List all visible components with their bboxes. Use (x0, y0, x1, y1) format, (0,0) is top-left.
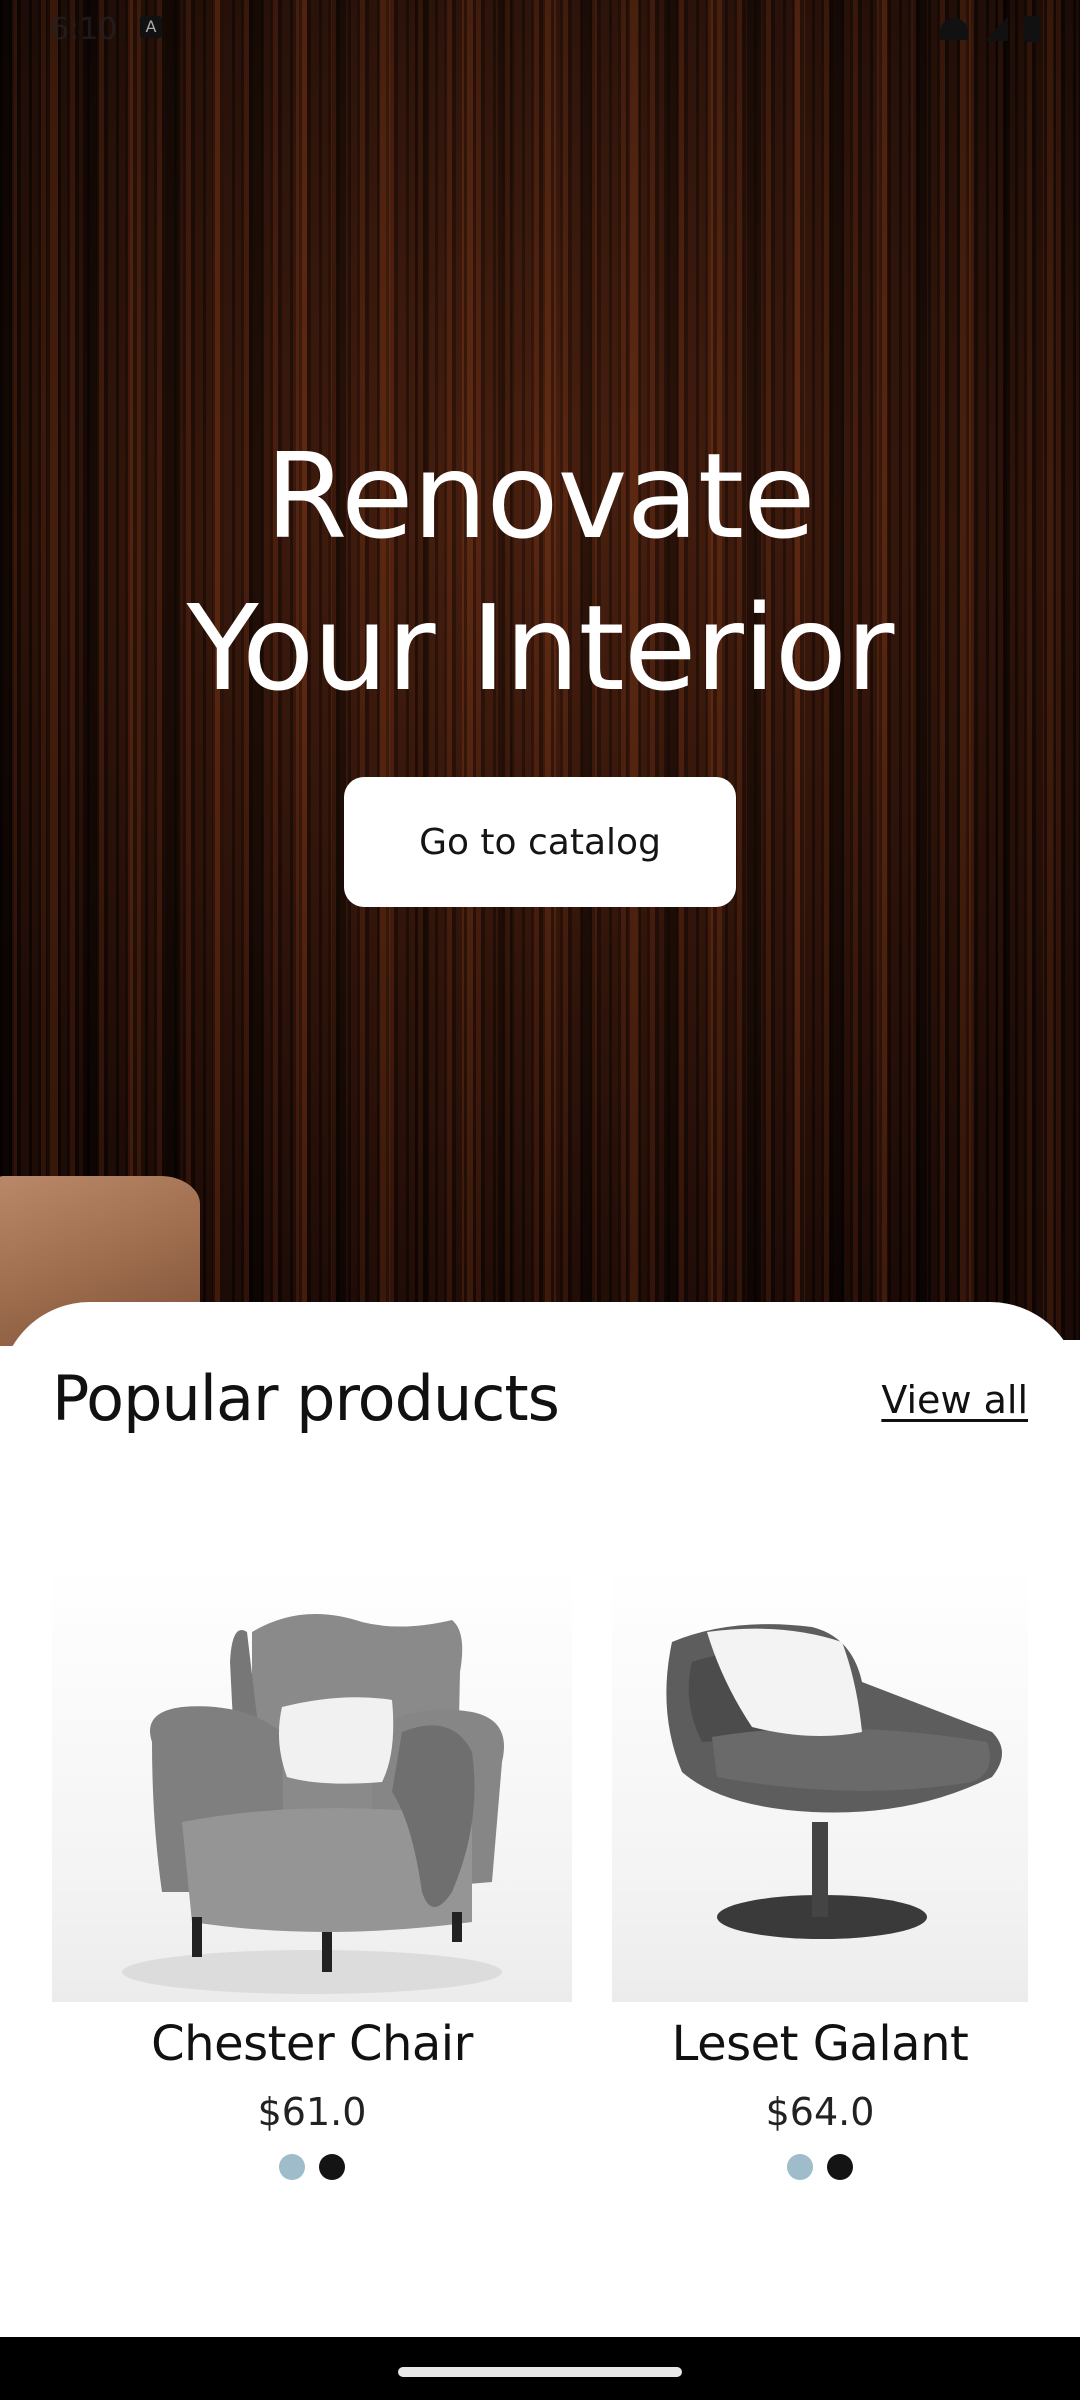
product-name: Leset Galant (671, 2016, 969, 2072)
system-navigation-bar (0, 2337, 1080, 2400)
color-swatch-black[interactable] (319, 2154, 345, 2180)
color-swatches (52, 2154, 572, 2180)
view-all-link[interactable]: View all (881, 1378, 1028, 1422)
product-card[interactable]: Chester Chair $61.0 (52, 1562, 572, 2180)
status-time: 6:10 (50, 12, 118, 47)
home-screen: 6:10 A Renovate Your Interior Go to cata… (0, 0, 1080, 2400)
status-icons (940, 16, 1040, 42)
battery-icon (1024, 16, 1040, 42)
hero-title-line2: Your Interior (186, 579, 895, 717)
popular-products-sheet: Popular products View all Chester Chair … (0, 1302, 1080, 2337)
product-name: Chester Chair (151, 2016, 473, 2072)
wingback-armchair-image[interactable] (52, 1562, 572, 2002)
hero-title-line1: Renovate (265, 427, 815, 565)
product-price: $64.0 (765, 2090, 875, 2134)
hero-title: Renovate Your Interior (0, 420, 1080, 724)
product-card[interactable]: Leset Galant $64.0 (612, 1562, 1028, 2180)
swivel-lounge-chair-image[interactable] (612, 1562, 1028, 2002)
signal-icon (984, 17, 1008, 41)
app-notification-icon: A (140, 16, 162, 38)
wifi-icon (940, 18, 968, 40)
section-title: Popular products (52, 1362, 560, 1435)
status-bar: 6:10 A (0, 0, 1080, 64)
color-swatch-blue[interactable] (279, 2154, 305, 2180)
home-gesture-handle[interactable] (398, 2367, 682, 2377)
color-swatch-black[interactable] (827, 2154, 853, 2180)
go-to-catalog-button[interactable]: Go to catalog (344, 777, 736, 907)
color-swatch-blue[interactable] (787, 2154, 813, 2180)
color-swatches (612, 2154, 1028, 2180)
product-price: $61.0 (257, 2090, 367, 2134)
